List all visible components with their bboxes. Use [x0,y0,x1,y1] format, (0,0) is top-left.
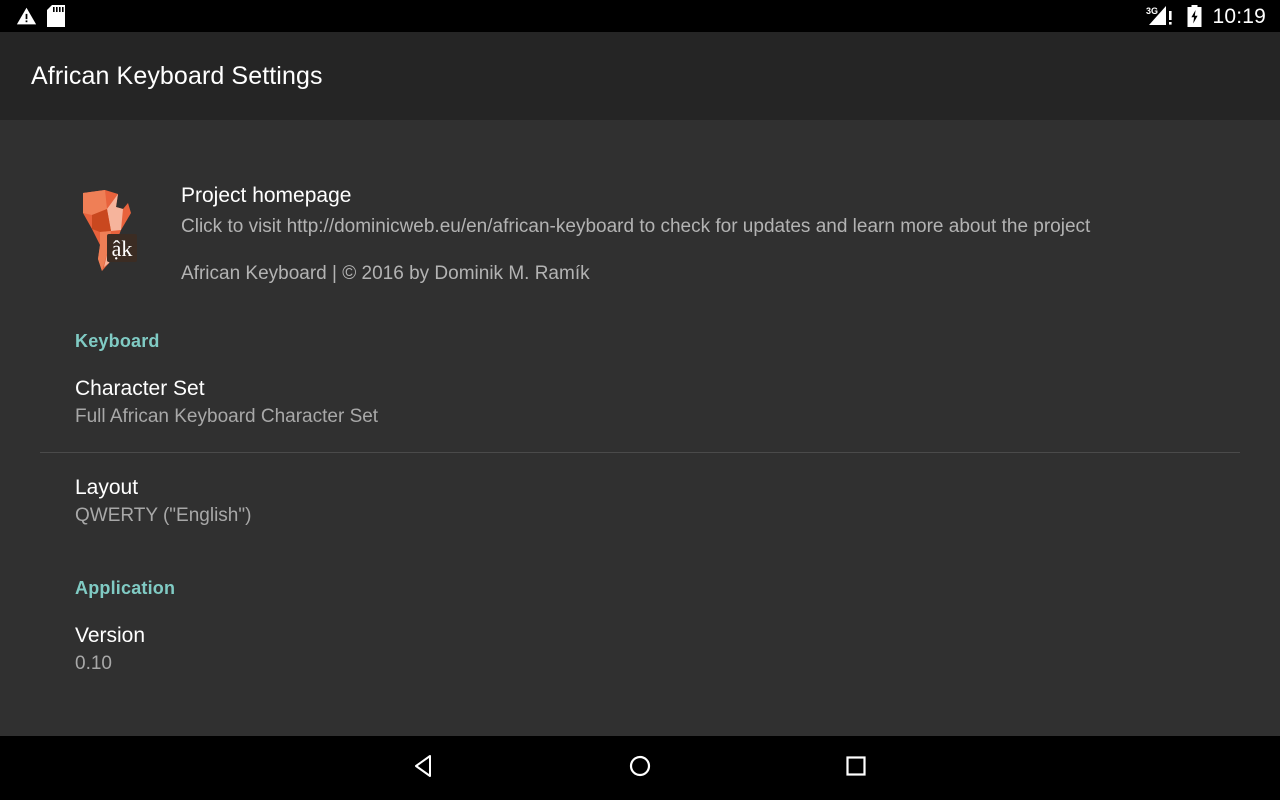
project-homepage-summary: Click to visit http://dominicweb.eu/en/a… [181,216,1091,237]
android-screen: 3G 10:19 African Keyboard Settings ậk Pr… [0,0,1280,800]
preference-layout-summary: QWERTY ("English") [75,505,252,526]
navigation-bar [0,736,1280,800]
page-title: African Keyboard Settings [31,62,323,90]
section-header-keyboard: Keyboard [75,331,160,351]
app-icon-badge-text: ậk [112,236,133,261]
preference-character-set-title: Character Set [75,377,205,400]
home-button[interactable] [595,736,685,800]
status-bar[interactable]: 3G 10:19 [0,0,1280,32]
recents-button[interactable] [811,736,901,800]
copyright-text: African Keyboard | © 2016 by Dominik M. … [181,263,590,284]
preference-version-summary: 0.10 [75,653,112,674]
battery-charging-icon [1187,5,1202,27]
preference-layout-title: Layout [75,476,139,499]
project-homepage-text: Project homepage Click to visit http://d… [181,181,1090,287]
status-bar-clock: 10:19 [1212,4,1266,28]
preference-version-title: Version [75,624,146,647]
preference-version[interactable]: Version 0.10 [75,623,1240,677]
sd-card-icon [47,5,65,27]
home-circle-icon [627,753,653,784]
african-keyboard-app-icon: ậk [71,185,143,277]
svg-text:3G: 3G [1146,6,1158,16]
preference-character-set[interactable]: Character Set Full African Keyboard Char… [75,376,1240,430]
status-bar-left-icons [10,5,65,27]
back-button[interactable] [380,736,470,800]
preference-layout[interactable]: Layout QWERTY ("English") [75,475,1240,529]
action-bar: African Keyboard Settings [0,32,1280,120]
preference-character-set-summary: Full African Keyboard Character Set [75,406,379,427]
project-homepage-title: Project homepage [181,184,352,207]
warning-triangle-icon [16,6,37,27]
recents-square-icon [843,753,869,784]
preference-divider [40,452,1240,453]
section-header-application: Application [75,578,176,598]
settings-content: ậk Project homepage Click to visit http:… [0,120,1280,736]
status-bar-right-icons: 3G 10:19 [1146,5,1270,27]
signal-icon: 3G [1146,5,1180,27]
back-triangle-icon [412,753,438,784]
preference-project-homepage[interactable]: ậk Project homepage Click to visit http:… [40,181,1240,287]
